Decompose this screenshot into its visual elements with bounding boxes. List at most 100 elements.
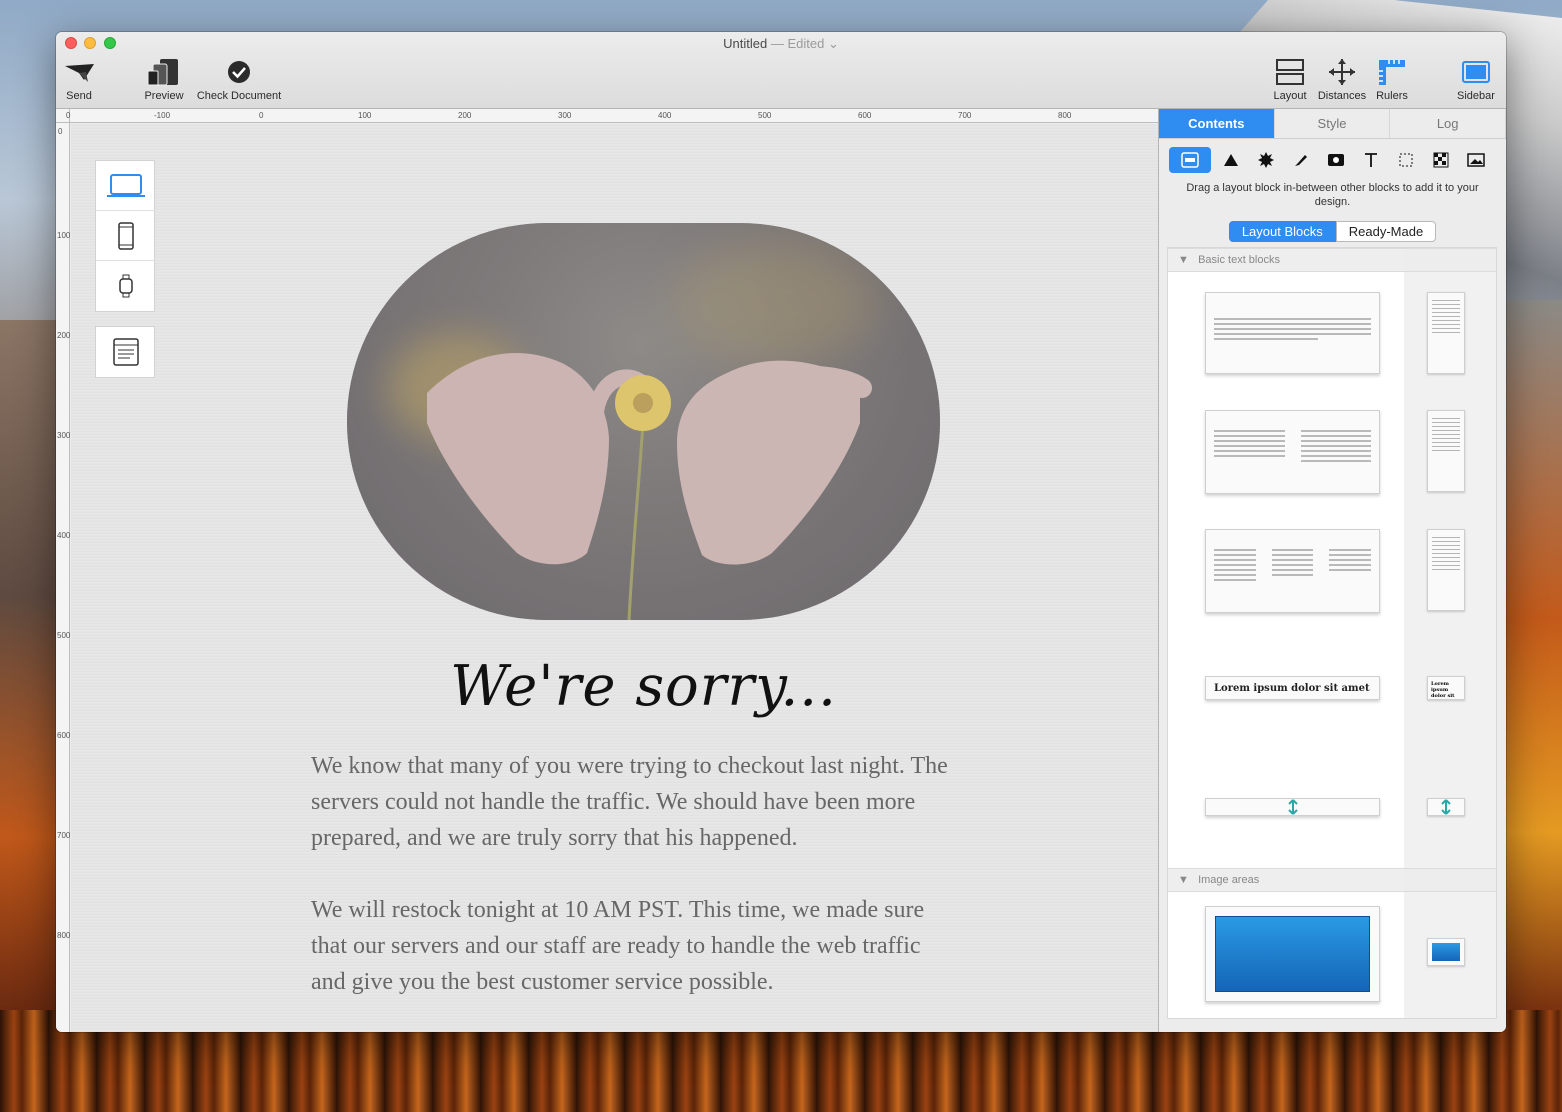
starburst-icon	[1257, 152, 1274, 168]
ruler-label: 800	[57, 931, 71, 940]
laptop-icon	[107, 173, 145, 197]
image-area-placeholder	[1215, 916, 1370, 992]
web-preview-panel	[95, 326, 155, 378]
ruler-label: 200	[57, 331, 71, 340]
ruler-label: 500	[758, 111, 772, 120]
selection-icon	[1399, 153, 1412, 167]
heading[interactable]: We're sorry...	[347, 654, 940, 719]
desktop-wallpaper-right	[1502, 300, 1562, 1010]
text-block-1col[interactable]	[1205, 292, 1380, 374]
web-preview-button[interactable]	[96, 327, 156, 377]
image-area-placeholder	[1432, 943, 1460, 961]
ruler-label: 400	[658, 111, 672, 120]
layout-button[interactable]: Layout	[1270, 58, 1310, 102]
spacer-block[interactable]	[1205, 798, 1380, 816]
content-tools	[1159, 139, 1506, 173]
check-document-button[interactable]: Check Document	[193, 58, 285, 102]
photo-overlay	[347, 223, 940, 620]
heading-block[interactable]: Lorem ipsum dolor sit amet	[1205, 676, 1380, 700]
ready-made-segment[interactable]: Ready-Made	[1335, 221, 1437, 242]
text-icon	[1364, 153, 1377, 167]
media-tool[interactable]	[1320, 147, 1351, 173]
horizontal-ruler[interactable]: 0 -100 0 100 200 300 400 500 600 700 800	[66, 109, 1158, 123]
image-area-block-narrow[interactable]	[1427, 938, 1465, 966]
sidebar-tabs: Contents Style Log	[1159, 109, 1506, 139]
layout-label: Layout	[1273, 90, 1307, 102]
preview-button[interactable]: Preview	[142, 58, 186, 102]
layout-blocks-segment[interactable]: Layout Blocks	[1228, 221, 1336, 242]
layout-icon	[1276, 59, 1304, 85]
heading-block-label: Lorem ipsum dolor sit amet	[1214, 683, 1370, 694]
pattern-tool[interactable]	[1425, 147, 1456, 173]
paragraph-2[interactable]: We will restock tonight at 10 AM PST. Th…	[311, 892, 951, 1000]
ruler-label: 200	[458, 111, 472, 120]
text-tool[interactable]	[1355, 147, 1386, 173]
section-basic-text-blocks[interactable]: ▼ Basic text blocks	[1168, 248, 1496, 272]
section-image-areas[interactable]: ▼ Image areas	[1168, 868, 1496, 892]
vertical-ruler[interactable]: 0 100 200 300 400 500 600 700 800	[56, 123, 70, 1032]
disclosure-triangle-icon: ▼	[1178, 254, 1189, 266]
app-window: Untitled — Edited ⌄ Send Preview Check D…	[56, 32, 1506, 1032]
paragraph-1[interactable]: We know that many of you were trying to …	[311, 748, 951, 856]
edited-status[interactable]: — Edited ⌄	[771, 36, 839, 51]
toolbar: Untitled — Edited ⌄ Send Preview Check D…	[56, 32, 1506, 109]
spacer-block-narrow[interactable]	[1427, 798, 1465, 816]
vertical-resize-icon	[1287, 799, 1298, 815]
triangle-icon	[1223, 154, 1238, 166]
send-button[interactable]: Send	[62, 58, 96, 102]
vertical-resize-icon	[1441, 799, 1451, 815]
checkmark-circle-icon	[228, 61, 250, 83]
badge-tool[interactable]	[1250, 147, 1281, 173]
text-block-1col-narrow[interactable]	[1427, 292, 1465, 374]
picture-tool[interactable]	[1460, 147, 1491, 173]
paper-plane-icon	[65, 64, 94, 82]
devices-preview-icon	[147, 59, 178, 86]
ruler-label: 0	[58, 127, 63, 136]
disclosure-triangle-icon: ▼	[1178, 874, 1189, 886]
phone-preview-button[interactable]	[96, 211, 156, 261]
picture-icon	[1466, 153, 1485, 167]
sidebar-toggle-button[interactable]: Sidebar	[1454, 58, 1498, 102]
design-canvas[interactable]: We're sorry... We know that many of you …	[71, 124, 1158, 1032]
rulers-button[interactable]: Rulers	[1372, 58, 1412, 102]
desktop-wallpaper-left	[0, 320, 60, 1010]
shape-tool[interactable]	[1215, 147, 1246, 173]
text-block-2col[interactable]	[1205, 410, 1380, 494]
rulers-label: Rulers	[1376, 90, 1408, 102]
ruler-label: 700	[57, 831, 71, 840]
ruler-label: 300	[558, 111, 572, 120]
text-block-3col[interactable]	[1205, 529, 1380, 613]
watch-preview-button[interactable]	[96, 261, 156, 311]
check-document-label: Check Document	[196, 90, 282, 102]
selection-tool[interactable]	[1390, 147, 1421, 173]
block-type-segmented-control: Layout Blocks Ready-Made	[1159, 221, 1506, 242]
tab-style[interactable]: Style	[1275, 109, 1391, 138]
layout-block-icon	[1181, 152, 1199, 168]
send-label: Send	[66, 90, 92, 102]
blocks-list[interactable]: ▼ Basic text blocks Lorem ipsum dolor si…	[1167, 247, 1497, 1019]
pen-tool[interactable]	[1285, 147, 1316, 173]
ruler-label: 0	[259, 111, 264, 120]
distances-button[interactable]: Distances	[1314, 58, 1370, 102]
tab-log[interactable]: Log	[1390, 109, 1506, 138]
ruler-label: 700	[958, 111, 972, 120]
text-block-3col-narrow[interactable]	[1427, 529, 1465, 611]
hands-flower-photo[interactable]	[347, 223, 940, 620]
layout-block-tool[interactable]	[1169, 147, 1211, 173]
section-title: Image areas	[1198, 874, 1260, 886]
distances-label: Distances	[1317, 90, 1367, 102]
image-icon	[1327, 154, 1344, 166]
document-name: Untitled	[723, 36, 768, 51]
text-block-2col-narrow[interactable]	[1427, 410, 1465, 492]
preview-label: Preview	[144, 90, 184, 102]
watch-icon	[119, 274, 133, 298]
sidebar-icon	[1462, 61, 1490, 83]
sidebar-help-text: Drag a layout block in-between other blo…	[1186, 182, 1479, 208]
ruler-label: 100	[57, 231, 71, 240]
image-area-block[interactable]	[1205, 906, 1380, 1002]
tab-contents[interactable]: Contents	[1159, 109, 1275, 138]
heading-block-narrow[interactable]: Lorem ipsum dolor sit amet	[1427, 676, 1465, 700]
desktop-preview-button[interactable]	[96, 161, 156, 211]
ruler-label: 100	[358, 111, 372, 120]
window-title: Untitled — Edited ⌄	[56, 36, 1506, 52]
